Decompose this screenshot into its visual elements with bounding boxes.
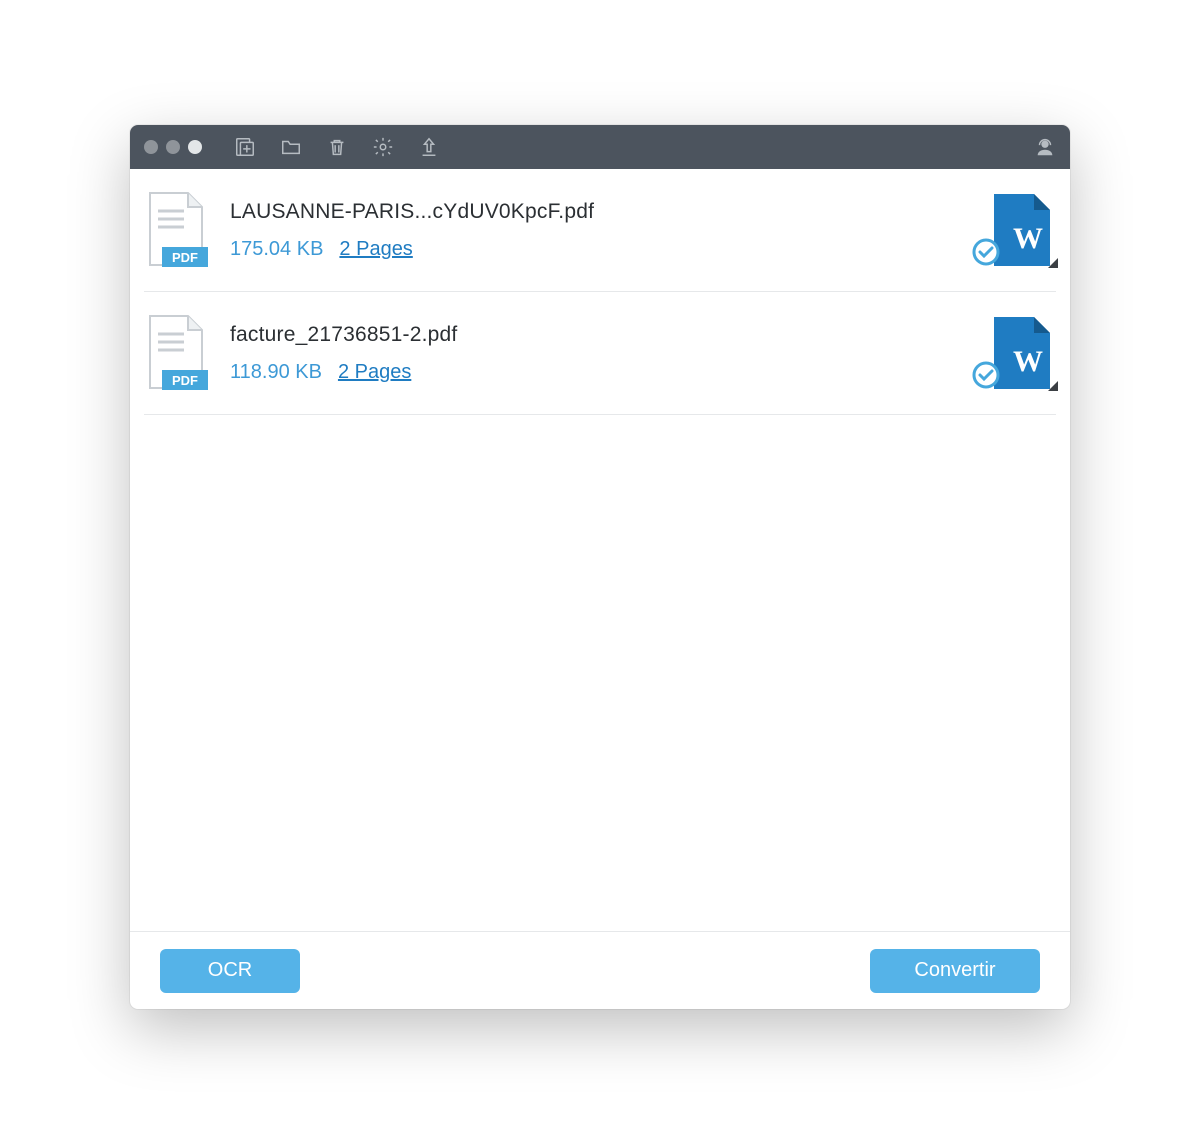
footer: OCR Convertir: [130, 931, 1070, 1009]
file-size: 175.04 KB: [230, 238, 323, 261]
gear-icon[interactable]: [372, 136, 394, 158]
svg-text:PDF: PDF: [172, 373, 198, 388]
support-agent-icon[interactable]: [1034, 136, 1056, 158]
dropdown-triangle-icon: [1048, 381, 1058, 391]
file-name: facture_21736851-2.pdf: [230, 323, 950, 347]
titlebar: [130, 125, 1070, 169]
window-controls: [144, 140, 202, 154]
minimize-window-button[interactable]: [166, 140, 180, 154]
file-meta: facture_21736851-2.pdf 118.90 KB 2 Pages: [230, 323, 950, 384]
add-file-icon[interactable]: [234, 136, 256, 158]
convert-button[interactable]: Convertir: [870, 949, 1040, 993]
pdf-file-icon: PDF: [144, 191, 208, 269]
file-row[interactable]: PDF facture_21736851-2.pdf 118.90 KB 2 P…: [144, 292, 1056, 415]
folder-icon[interactable]: [280, 136, 302, 158]
app-window: PDF LAUSANNE-PARIS...cYdUV0KpcF.pdf 175.…: [130, 125, 1070, 1009]
file-row[interactable]: PDF LAUSANNE-PARIS...cYdUV0KpcF.pdf 175.…: [144, 169, 1056, 292]
file-size: 118.90 KB: [230, 361, 322, 384]
toolbar: [234, 136, 440, 158]
file-name: LAUSANNE-PARIS...cYdUV0KpcF.pdf: [230, 200, 950, 224]
upload-icon[interactable]: [418, 136, 440, 158]
trash-icon[interactable]: [326, 136, 348, 158]
file-list: PDF LAUSANNE-PARIS...cYdUV0KpcF.pdf 175.…: [130, 169, 1070, 931]
maximize-window-button[interactable]: [188, 140, 202, 154]
ocr-button[interactable]: OCR: [160, 949, 300, 993]
pdf-file-icon: PDF: [144, 314, 208, 392]
svg-text:W: W: [1013, 345, 1043, 378]
svg-text:PDF: PDF: [172, 250, 198, 265]
output-format-selector[interactable]: W: [972, 194, 1056, 266]
file-meta: LAUSANNE-PARIS...cYdUV0KpcF.pdf 175.04 K…: [230, 200, 950, 261]
pages-link[interactable]: 2 Pages: [339, 238, 412, 261]
pages-link[interactable]: 2 Pages: [338, 361, 411, 384]
dropdown-triangle-icon: [1048, 258, 1058, 268]
output-format-selector[interactable]: W: [972, 317, 1056, 389]
svg-text:W: W: [1013, 222, 1043, 255]
close-window-button[interactable]: [144, 140, 158, 154]
